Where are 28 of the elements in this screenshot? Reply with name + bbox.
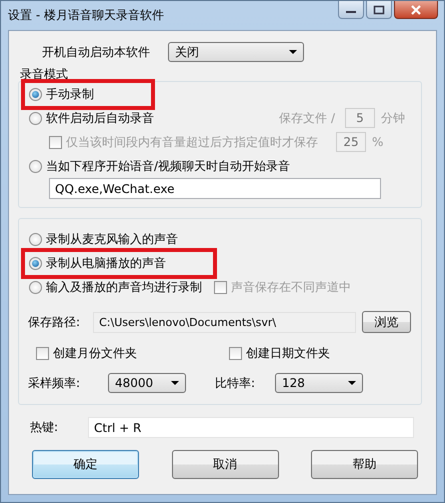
hotkey-field[interactable]: Ctrl + R <box>88 417 414 438</box>
dialog-button[interactable]: 确定 <box>32 450 139 479</box>
path-label: 保存路径: <box>28 314 82 330</box>
startup-label: 开机自动启动本软件 <box>42 44 151 60</box>
sample-rate-label: 采样频率: <box>28 374 82 392</box>
folder-checkbox[interactable]: 创建月份文件夹 <box>28 338 218 368</box>
interval-unit: 分钟 <box>381 110 406 126</box>
minimize-button[interactable] <box>338 1 364 19</box>
folder-checkbox[interactable]: 创建日期文件夹 <box>221 338 411 368</box>
maximize-icon <box>373 4 385 14</box>
window-title: 设置 - 楼月语音聊天录音软件 <box>8 7 164 24</box>
threshold-unit: % <box>372 135 384 149</box>
close-button[interactable] <box>394 1 438 19</box>
programs-field[interactable]: QQ.exe,WeChat.exe <box>49 178 381 199</box>
startup-dropdown[interactable]: 关闭 <box>168 42 304 62</box>
path-field[interactable]: C:\Users\lenovo\Documents\svr\ <box>93 312 356 332</box>
maximize-button[interactable] <box>366 1 392 19</box>
hotkey-label: 热键: <box>30 419 60 436</box>
bitrate-dropdown[interactable]: 128 <box>275 373 363 393</box>
radio-option[interactable]: 录制从电脑播放的声音 <box>21 248 217 278</box>
sample-rate-dropdown[interactable]: 48000 <box>108 373 186 393</box>
bitrate-label: 比特率: <box>215 374 256 392</box>
radio-option[interactable]: 手动录制 <box>21 78 155 110</box>
dialog-button[interactable]: 取消 <box>172 450 278 479</box>
dialog-button[interactable]: 帮助 <box>311 450 418 479</box>
browse-button[interactable]: 浏览 <box>362 311 411 333</box>
interval-label: 保存文件 / <box>279 110 335 126</box>
close-icon <box>410 4 422 14</box>
